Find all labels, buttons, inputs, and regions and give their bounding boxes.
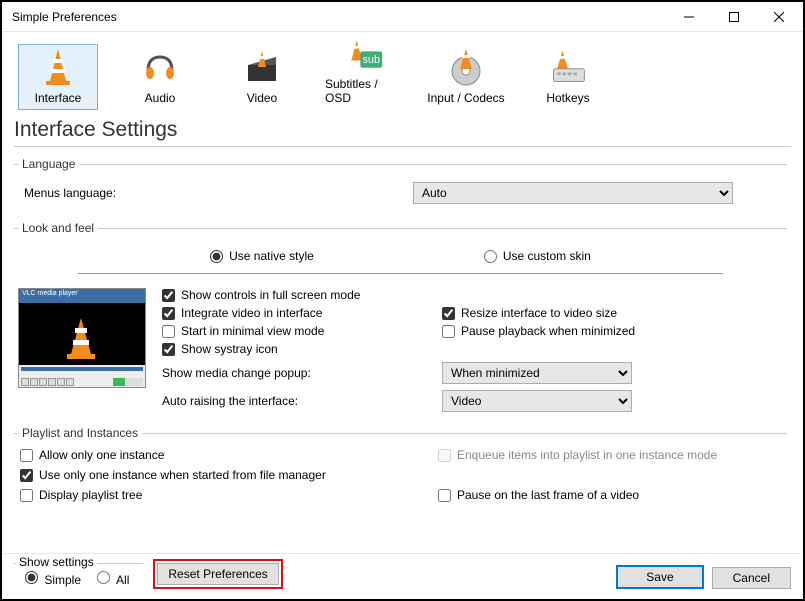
category-tabs: Interface Audio Video sub Subtitles / OS…: [14, 40, 791, 116]
media-popup-label: Show media change popup:: [162, 366, 442, 380]
custom-skin-radio[interactable]: Use custom skin: [484, 249, 591, 263]
playlist-group: Playlist and Instances Allow only one in…: [14, 426, 787, 506]
save-button[interactable]: Save: [616, 565, 703, 589]
headphones-icon: [140, 47, 180, 87]
settings-scroll[interactable]: Language Menus language: Auto Look and f…: [14, 151, 791, 535]
tab-video[interactable]: Video: [222, 44, 302, 110]
systray-icon-checkbox[interactable]: Show systray icon: [162, 342, 442, 356]
reset-preferences-button[interactable]: Reset Preferences: [157, 563, 278, 585]
integrate-video-checkbox[interactable]: Integrate video in interface: [162, 306, 442, 320]
maximize-button[interactable]: [711, 3, 756, 31]
cone-icon: [38, 47, 78, 87]
tab-label: Audio: [145, 91, 176, 105]
show-settings-group: Show settings Simple All: [14, 563, 143, 589]
menus-language-label: Menus language:: [18, 186, 413, 200]
tab-audio[interactable]: Audio: [120, 44, 200, 110]
tab-interface[interactable]: Interface: [18, 44, 98, 110]
one-instance-fm-checkbox[interactable]: Use only one instance when started from …: [20, 468, 758, 482]
all-radio[interactable]: All: [92, 573, 129, 587]
media-popup-select[interactable]: When minimized: [442, 362, 632, 384]
display-tree-checkbox[interactable]: Display playlist tree: [20, 488, 438, 502]
enqueue-checkbox: Enqueue items into playlist in one insta…: [438, 448, 758, 462]
page-title: Interface Settings: [14, 118, 791, 142]
language-group: Language Menus language: Auto: [14, 157, 787, 211]
tab-input-codecs[interactable]: Input / Codecs: [426, 44, 506, 110]
titlebar: Simple Preferences: [2, 2, 803, 32]
svg-text:sub: sub: [362, 54, 380, 66]
tab-label: Input / Codecs: [427, 91, 504, 105]
cancel-button[interactable]: Cancel: [712, 567, 791, 589]
native-style-radio[interactable]: Use native style: [210, 249, 314, 263]
auto-raise-label: Auto raising the interface:: [162, 394, 442, 408]
one-instance-checkbox[interactable]: Allow only one instance: [20, 448, 438, 462]
minimize-button[interactable]: [666, 3, 711, 31]
tab-label: Hotkeys: [546, 91, 589, 105]
menus-language-select[interactable]: Auto: [413, 182, 733, 204]
simple-radio[interactable]: Simple: [20, 573, 81, 587]
pause-last-frame-checkbox[interactable]: Pause on the last frame of a video: [438, 488, 758, 502]
reset-highlight: Reset Preferences: [153, 559, 282, 589]
tab-label: Subtitles / OSD: [325, 77, 403, 105]
skin-preview: VLC media player: [18, 288, 146, 388]
window-title: Simple Preferences: [12, 10, 666, 24]
keyboard-icon: [548, 47, 588, 87]
fullscreen-controls-checkbox[interactable]: Show controls in full screen mode: [162, 288, 442, 302]
tab-hotkeys[interactable]: Hotkeys: [528, 44, 608, 110]
minimal-view-checkbox[interactable]: Start in minimal view mode: [162, 324, 442, 338]
pause-minimized-checkbox[interactable]: Pause playback when minimized: [442, 324, 722, 338]
look-legend: Look and feel: [18, 221, 98, 235]
tab-label: Video: [247, 91, 277, 105]
look-and-feel-group: Look and feel Use native style Use custo…: [14, 221, 787, 416]
close-button[interactable]: [756, 3, 801, 31]
playlist-legend: Playlist and Instances: [18, 426, 142, 440]
clapperboard-icon: [242, 47, 282, 87]
bottom-bar: Show settings Simple All Reset Preferenc…: [4, 553, 801, 597]
auto-raise-select[interactable]: Video: [442, 390, 632, 412]
subtitle-icon: sub: [344, 37, 384, 73]
resize-interface-checkbox[interactable]: Resize interface to video size: [442, 306, 722, 320]
disc-icon: [446, 47, 486, 87]
tab-label: Interface: [35, 91, 82, 105]
language-legend: Language: [18, 157, 79, 171]
tab-subtitles[interactable]: sub Subtitles / OSD: [324, 44, 404, 110]
